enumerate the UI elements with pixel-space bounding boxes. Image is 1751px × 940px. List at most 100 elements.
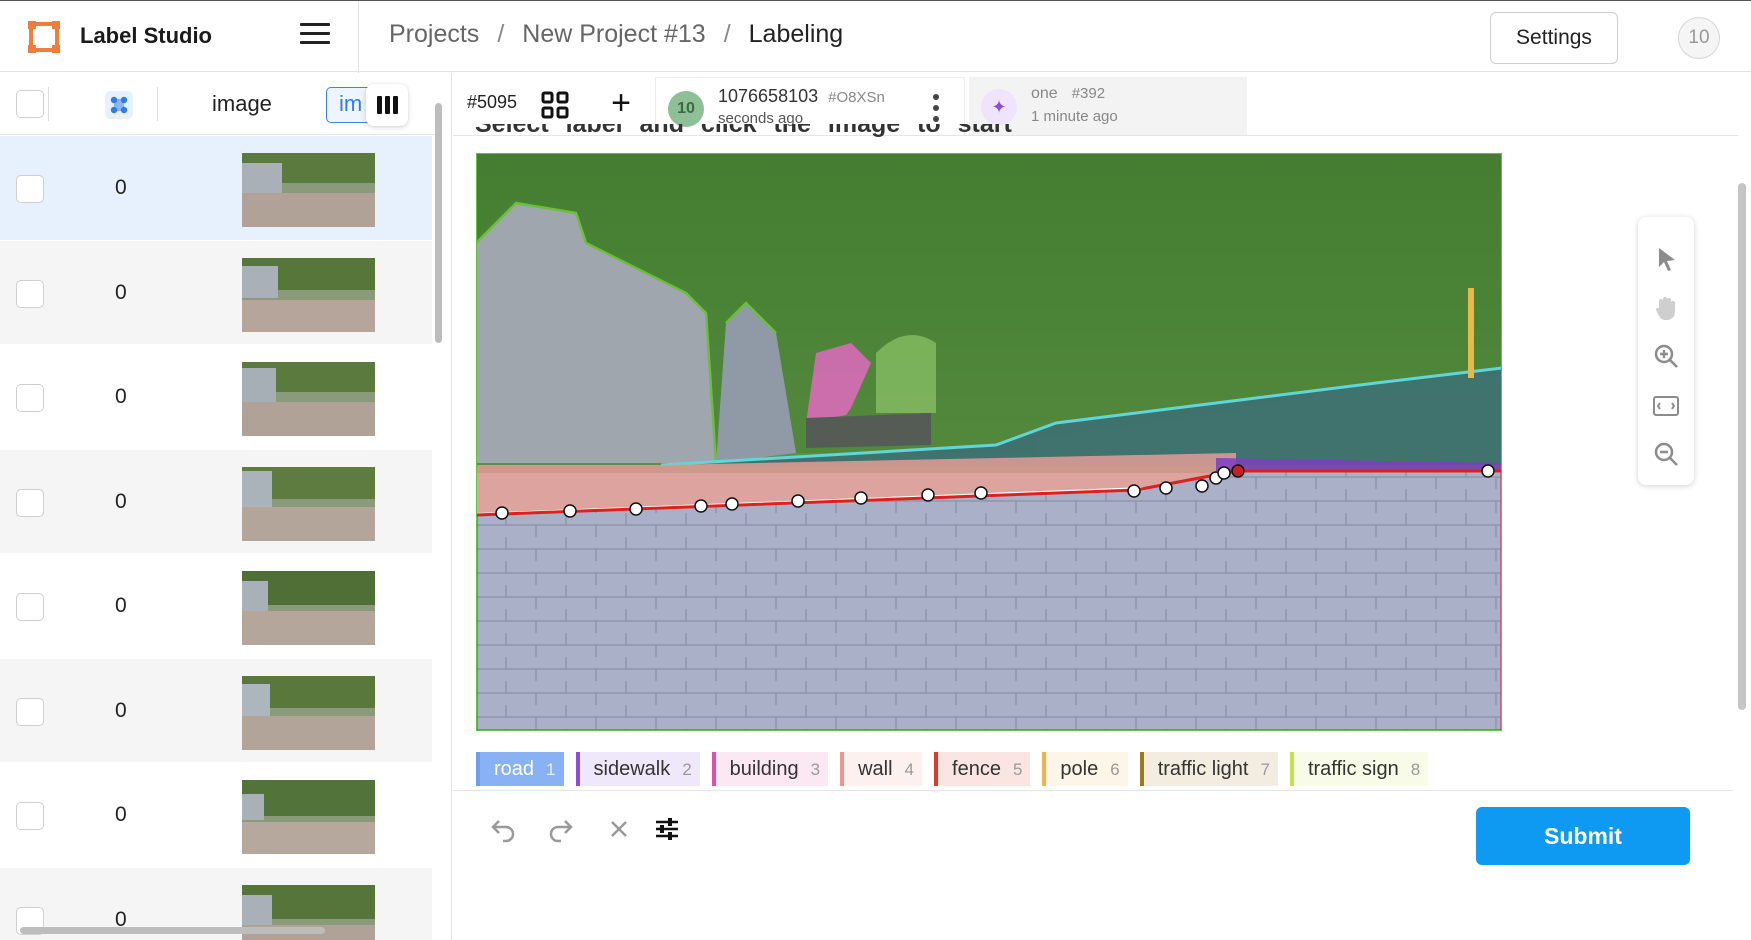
breadcrumb-separator: / (723, 20, 731, 48)
top-bar: Label Studio Projects / New Project #13 … (0, 0, 1751, 73)
label-name: pole (1060, 758, 1099, 780)
label-chip-traffic-sign[interactable]: traffic sign 8 (1289, 752, 1429, 786)
horizontal-scrollbar[interactable] (0, 921, 432, 939)
annotation-count: 0 (115, 280, 127, 304)
label-picker: road 1 sidewalk 2 building 3 wall 4 fence 5 pole 6 t… (476, 752, 1429, 786)
vertical-scrollbar[interactable] (432, 73, 446, 913)
annotation-hash: #O8XSn (828, 89, 885, 106)
annotation-count: 0 (115, 385, 127, 408)
settings-button[interactable]: Settings (1490, 12, 1618, 64)
zoom-out-icon[interactable] (1651, 439, 1681, 469)
row-checkbox[interactable] (16, 593, 44, 621)
user-avatar[interactable]: 10 (1678, 17, 1720, 59)
grid-view-icon[interactable] (541, 91, 569, 119)
breadcrumb-current: Labeling (748, 20, 844, 48)
label-hotkey: 7 (1260, 760, 1270, 779)
label-name: traffic light (1157, 758, 1249, 780)
divider (157, 87, 158, 121)
label-chip-traffic-light[interactable]: traffic light 7 (1139, 752, 1278, 786)
more-options-icon[interactable] (932, 94, 940, 124)
task-thumbnail (242, 780, 375, 854)
label-hotkey: 5 (1012, 760, 1023, 779)
submit-button[interactable]: Submit (1476, 807, 1690, 865)
redo-icon[interactable] (547, 815, 575, 843)
task-list-header: image im (0, 73, 440, 135)
task-thumbnail (242, 571, 375, 645)
annotator-avatar: 10 (668, 91, 704, 127)
label-name: wall (858, 758, 893, 780)
editor-vertical-scrollbar[interactable] (1733, 73, 1751, 940)
label-hotkey: 4 (904, 760, 915, 779)
task-id: #5095 (467, 92, 518, 112)
divider (48, 87, 49, 121)
row-checkbox[interactable] (16, 488, 44, 517)
label-chip-fence[interactable]: fence 5 (934, 752, 1031, 786)
settings-sliders-icon[interactable] (653, 815, 681, 843)
label-name: road (494, 758, 535, 780)
label-hotkey: 3 (810, 760, 821, 779)
label-hotkey: 8 (1410, 760, 1421, 779)
label-studio-logo-icon[interactable] (28, 21, 60, 53)
label-chip-building[interactable]: building 3 (711, 752, 829, 786)
row-checkbox[interactable] (16, 802, 44, 830)
table-row[interactable]: 0 (0, 136, 432, 241)
task-list-panel: image im 0 0 0 0 0 0 0 0 (0, 73, 452, 940)
annotation-count: 0 (115, 176, 127, 199)
task-thumbnail (242, 675, 375, 750)
prediction-time: 1 minute ago (1031, 108, 1118, 125)
reset-close-icon[interactable] (605, 815, 633, 843)
select-all-checkbox[interactable] (16, 90, 44, 118)
breadcrumb: Projects / New Project #13 / Labeling (389, 20, 843, 49)
row-checkbox[interactable] (16, 697, 44, 726)
task-thumbnail (242, 257, 375, 332)
task-thumbnail (242, 466, 375, 541)
table-row[interactable]: 0 (0, 763, 432, 868)
row-checkbox[interactable] (16, 175, 44, 203)
annotation-count: 0 (115, 489, 127, 513)
hamburger-menu-icon[interactable] (300, 23, 330, 49)
image-canvas[interactable] (476, 153, 1502, 731)
row-checkbox[interactable] (16, 384, 44, 412)
add-annotation-icon[interactable]: + (606, 86, 636, 120)
task-thumbnail (242, 362, 375, 436)
label-chip-sidewalk[interactable]: sidewalk 2 (575, 752, 700, 786)
sparkle-icon: ✦ (981, 89, 1017, 125)
columns-toggle-icon[interactable] (366, 84, 408, 126)
annotator-name: 1076658103 (718, 86, 819, 106)
app-title: Label Studio (80, 23, 212, 48)
column-header-image[interactable]: image (212, 91, 272, 117)
undo-icon[interactable] (489, 815, 517, 843)
label-hotkey: 2 (682, 760, 692, 779)
fit-to-screen-icon[interactable] (1651, 391, 1681, 421)
label-name: sidewalk (593, 758, 671, 780)
annotator-id: 1076658103 #O8XSn (718, 86, 885, 107)
table-row[interactable]: 0 (0, 554, 432, 659)
annotations-column-icon[interactable] (105, 91, 133, 119)
label-hotkey: 1 (546, 760, 556, 779)
prediction-hash: #392 (1071, 85, 1106, 102)
canvas-toolbar (1638, 217, 1694, 485)
label-name: fence (952, 758, 1001, 780)
label-name: building (729, 758, 799, 780)
label-chip-road[interactable]: road 1 (476, 752, 564, 786)
label-chip-wall[interactable]: wall 4 (840, 752, 923, 786)
zoom-in-icon[interactable] (1651, 341, 1681, 371)
label-name: traffic sign (1307, 758, 1399, 780)
pan-hand-icon[interactable] (1651, 293, 1681, 323)
label-chip-pole[interactable]: pole 6 (1042, 752, 1128, 786)
table-row[interactable]: 0 (0, 240, 432, 345)
annotation-count: 0 (115, 803, 127, 826)
table-row[interactable]: 0 (0, 658, 432, 763)
breadcrumb-projects[interactable]: Projects (389, 20, 479, 49)
bottom-toolbar: Submit (453, 790, 1733, 868)
annotation-count: 0 (115, 594, 127, 617)
table-row[interactable]: 0 (0, 449, 432, 554)
row-checkbox[interactable] (16, 279, 44, 308)
instruction-text: Select label and click the image to star… (475, 124, 1012, 138)
table-row[interactable]: 0 (0, 345, 432, 450)
breadcrumb-project[interactable]: New Project #13 (522, 20, 705, 49)
pointer-tool-icon[interactable] (1651, 244, 1681, 274)
task-thumbnail (242, 153, 375, 227)
divider (358, 1, 359, 73)
label-hotkey: 6 (1110, 760, 1120, 779)
